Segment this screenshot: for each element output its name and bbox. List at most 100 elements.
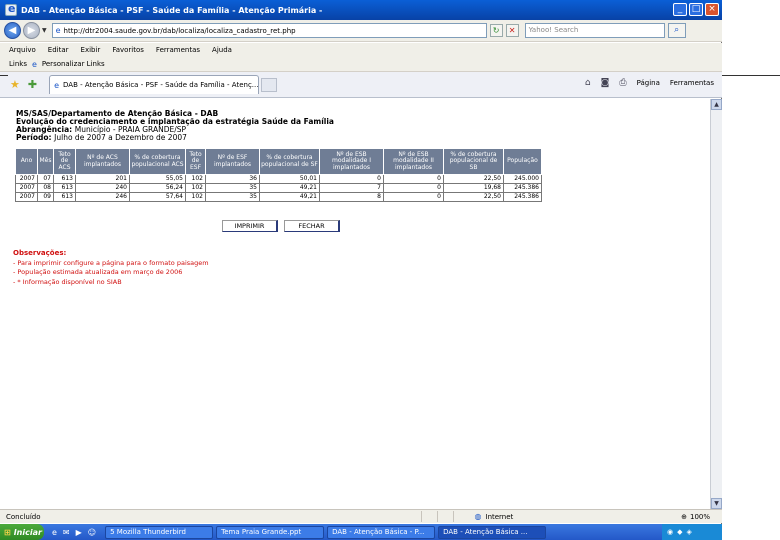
cell-teto-esf: 102 xyxy=(185,183,206,193)
menu-exibir[interactable]: Exibir xyxy=(81,46,101,54)
scroll-up-icon[interactable]: ▲ xyxy=(711,99,722,110)
table-row: 2007 09 613 246 57,64 102 35 49,21 8 0 2… xyxy=(15,192,542,202)
scroll-down-icon[interactable]: ▼ xyxy=(711,498,722,509)
cell-ano: 2007 xyxy=(15,174,38,184)
separator-line xyxy=(722,75,780,76)
tray-icon[interactable]: ◉ xyxy=(667,528,673,536)
menu-bar: Arquivo Editar Exibir Favoritos Ferramen… xyxy=(0,43,722,57)
maximize-button[interactable]: □ xyxy=(689,3,703,16)
minimize-button[interactable]: _ xyxy=(673,3,687,16)
task-powerpoint[interactable]: Tema Praia Grande.ppt xyxy=(216,525,325,539)
taskbar: ⊞ Iniciar e ✉ ▶ ☺ 5 Mozilla Thunderbird … xyxy=(0,524,722,540)
tray-icon[interactable]: ◆ xyxy=(677,528,682,536)
outlook-quicklaunch-icon[interactable]: ✉ xyxy=(63,528,70,537)
status-segment xyxy=(436,511,453,522)
separator-line xyxy=(0,75,8,76)
col-teto-esf: Teto de ESF xyxy=(185,148,206,175)
observation-item: - População estimada atualizada em março… xyxy=(13,268,183,276)
cell-ano: 2007 xyxy=(15,183,38,193)
cell-teto-acs: 613 xyxy=(53,183,76,193)
system-tray: ◉ ◆ ◈ xyxy=(662,524,722,540)
cell-esb-mod2: 0 xyxy=(383,192,444,202)
tab-page-icon: e xyxy=(54,80,60,90)
print-icon[interactable]: ⎙ xyxy=(619,78,626,88)
tray-icon[interactable]: ◈ xyxy=(687,528,692,536)
search-input[interactable]: Yahoo! Search xyxy=(524,23,665,38)
close-button[interactable]: × xyxy=(705,3,719,16)
menu-favoritos[interactable]: Favoritos xyxy=(112,46,144,54)
cell-esf-implantados: 36 xyxy=(205,174,260,184)
forward-button[interactable]: ▶ xyxy=(23,22,40,39)
task-thunderbird[interactable]: 5 Mozilla Thunderbird xyxy=(105,525,214,539)
menu-ferramentas[interactable]: Ferramentas xyxy=(156,46,200,54)
cell-mes: 07 xyxy=(37,174,54,184)
browser-window: DAB - Atenção Básica - PSF - Saúde da Fa… xyxy=(0,0,722,540)
col-mes: Mês xyxy=(37,148,54,175)
windows-logo-icon: ⊞ xyxy=(4,527,11,537)
status-segment xyxy=(452,511,469,522)
vertical-scrollbar[interactable]: ▲ ▼ xyxy=(710,99,722,509)
observation-item: - * Informação disponível no SIAB xyxy=(13,277,122,286)
home-icon[interactable]: ⌂ xyxy=(585,78,591,88)
media-quicklaunch-icon[interactable]: ▶ xyxy=(76,528,82,537)
ie-quicklaunch-icon[interactable]: e xyxy=(52,528,57,537)
col-esf-implantados: Nº de ESF implantados xyxy=(205,148,260,175)
close-page-button[interactable]: FECHAR xyxy=(284,220,340,232)
cell-populacao: 245.000 xyxy=(503,174,542,184)
cell-cobertura-sb: 22,50 xyxy=(443,192,504,202)
quick-launch: e ✉ ▶ ☺ xyxy=(52,528,96,537)
page-menu[interactable]: Página xyxy=(637,79,660,87)
task-dab-2[interactable]: DAB - Atenção Básica ... xyxy=(438,525,547,539)
cell-acs-implantados: 246 xyxy=(75,192,130,202)
task-dab-1[interactable]: DAB - Atenção Básica - P... xyxy=(327,525,436,539)
tools-menu[interactable]: Ferramentas xyxy=(670,79,714,87)
favorites-star-icon[interactable]: ★ xyxy=(10,78,20,91)
print-button[interactable]: IMPRIMIR xyxy=(222,220,278,232)
menu-editar[interactable]: Editar xyxy=(48,46,69,54)
refresh-button[interactable]: ↻ xyxy=(489,24,503,37)
history-dropdown-icon[interactable]: ▼ xyxy=(42,27,47,34)
add-favorites-icon[interactable]: ✚ xyxy=(28,78,37,91)
back-button[interactable]: ◀ xyxy=(4,22,21,39)
new-tab-button[interactable] xyxy=(261,77,278,92)
col-cobertura-acs: % de cobertura populacional ACS xyxy=(129,148,186,175)
page-content: MS/SAS/Departamento de Atenção Básica - … xyxy=(8,99,708,509)
title-bar: DAB - Atenção Básica - PSF - Saúde da Fa… xyxy=(0,0,722,20)
cell-esb-mod1: 8 xyxy=(319,192,384,202)
cell-cobertura-sf: 49,21 xyxy=(259,192,320,202)
links-item[interactable]: Personalizar Links xyxy=(42,60,105,68)
start-label: Iniciar xyxy=(13,527,42,537)
cell-cobertura-sb: 19,68 xyxy=(443,183,504,193)
links-label[interactable]: Links xyxy=(9,60,27,68)
stop-button[interactable]: ✕ xyxy=(505,24,519,37)
col-esb-mod2: Nº de ESB modalidade II implantados xyxy=(383,148,444,175)
table-row: 2007 07 613 201 55,05 102 36 50,01 0 0 2… xyxy=(15,174,542,184)
window-controls: _ □ × xyxy=(673,3,719,16)
cell-esb-mod1: 7 xyxy=(319,183,384,193)
periodo-value: Julho de 2007 a Dezembro de 2007 xyxy=(54,133,187,142)
menu-arquivo[interactable]: Arquivo xyxy=(9,46,36,54)
cell-esb-mod2: 0 xyxy=(383,174,444,184)
col-esb-mod1: Nº de ESB modalidade I implantados xyxy=(319,148,384,175)
cell-cobertura-acs: 56,24 xyxy=(129,183,186,193)
menu-ajuda[interactable]: Ajuda xyxy=(212,46,232,54)
start-button[interactable]: ⊞ Iniciar xyxy=(0,524,44,540)
messenger-quicklaunch-icon[interactable]: ☺ xyxy=(88,528,96,537)
observations-title: Observações: xyxy=(13,249,67,257)
address-input[interactable]: e http://dtr2004.saude.gov.br/dab/locali… xyxy=(51,23,487,38)
status-segment xyxy=(420,511,437,522)
cell-acs-implantados: 240 xyxy=(75,183,130,193)
search-icon[interactable]: ⌕ xyxy=(667,23,686,38)
status-bar: Concluído ◍ Internet ⊕ 100% xyxy=(0,509,722,523)
tab-bar: ★ ✚ e DAB - Atenção Básica - PSF - Saúde… xyxy=(0,72,722,98)
cell-teto-acs: 613 xyxy=(53,192,76,202)
zone-label: Internet xyxy=(485,512,514,521)
cell-esb-mod2: 0 xyxy=(383,183,444,193)
feeds-icon[interactable]: ◙ xyxy=(601,78,610,88)
zoom-control[interactable]: ⊕ 100% xyxy=(681,513,710,521)
address-bar-row: ◀ ▶ ▼ e http://dtr2004.saude.gov.br/dab/… xyxy=(0,20,722,42)
tab-dab[interactable]: e DAB - Atenção Básica - PSF - Saúde da … xyxy=(49,75,260,94)
cell-teto-esf: 102 xyxy=(185,192,206,202)
cell-populacao: 245.386 xyxy=(503,183,542,193)
cell-esb-mod1: 0 xyxy=(319,174,384,184)
